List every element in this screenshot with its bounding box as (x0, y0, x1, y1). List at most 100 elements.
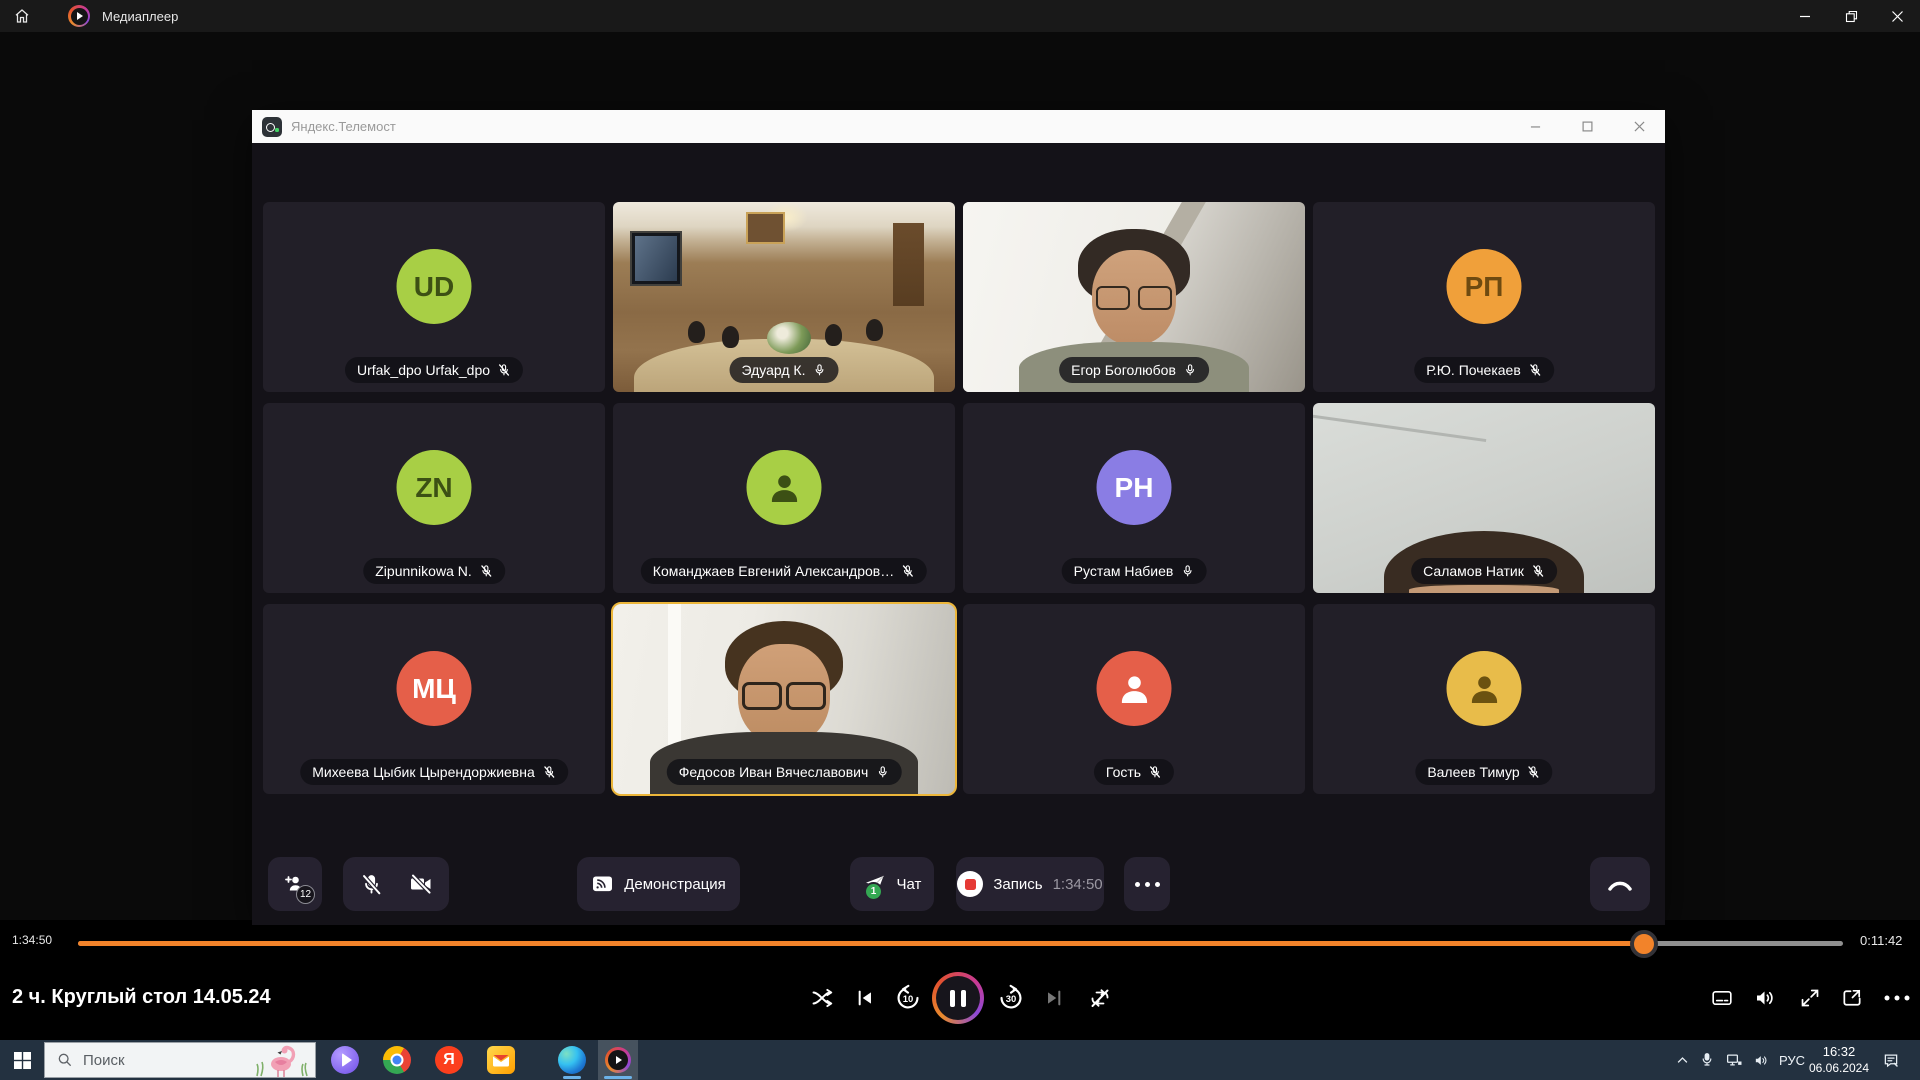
volume-button[interactable] (1753, 986, 1777, 1010)
participant-tile[interactable]: Валеев Тимур (1313, 604, 1655, 794)
participant-tile[interactable]: МЦ Михеева Цыбик Цырендоржиевна (263, 604, 605, 794)
tray-microphone[interactable] (1694, 1040, 1720, 1080)
picture-in-picture-icon (1841, 987, 1864, 1010)
participant-name-pill: Urfak_dpo Urfak_dpo (345, 357, 523, 383)
taskbar-app-edge[interactable] (552, 1040, 592, 1080)
taskbar-app-chrome[interactable] (377, 1040, 417, 1080)
participants-count-badge: 12 (296, 885, 315, 904)
participant-name: Гость (1106, 764, 1141, 780)
taskbar-app-media-player[interactable] (598, 1040, 638, 1080)
avatar-initials: МЦ (412, 673, 456, 705)
tray-chevron-button[interactable] (1668, 1040, 1696, 1080)
restore-button[interactable] (1828, 0, 1874, 32)
tray-volume[interactable] (1748, 1040, 1774, 1080)
participant-tile[interactable]: UD Urfak_dpo Urfak_dpo (263, 202, 605, 392)
telemost-app-icon (262, 117, 282, 137)
next-track-button[interactable] (1043, 987, 1065, 1009)
hangup-icon (1605, 873, 1635, 895)
participant-name: Zipunnikowa N. (375, 563, 472, 579)
close-button[interactable] (1874, 0, 1920, 32)
network-icon (1725, 1051, 1743, 1069)
telemost-minimize-button[interactable] (1509, 110, 1561, 143)
telemost-close-button[interactable] (1613, 110, 1665, 143)
participant-tile[interactable]: Егор Боголюбов (963, 202, 1305, 392)
participant-tile[interactable]: Эдуард К. (613, 202, 955, 392)
more-options-button[interactable] (1124, 857, 1170, 911)
tray-network[interactable] (1720, 1040, 1748, 1080)
participant-tile-active-speaker[interactable]: Федосов Иван Вячеславович (613, 604, 955, 794)
maximize-icon (1582, 121, 1593, 132)
tray-notifications-button[interactable] (1874, 1040, 1908, 1080)
yandex-browser-icon: Я (435, 1046, 463, 1074)
participant-tile[interactable]: ZN Zipunnikowa N. (263, 403, 605, 593)
repeat-off-button[interactable] (1088, 986, 1112, 1010)
taskbar-app-yandex-browser[interactable]: Я (429, 1040, 469, 1080)
video-stage[interactable]: Яндекс.Телемост UD Urfak_dpo Urfak_dpo (0, 32, 1920, 920)
player-more-button[interactable] (1885, 996, 1910, 1001)
search-icon (57, 1052, 73, 1068)
telemost-content: UD Urfak_dpo Urfak_dpo (252, 143, 1665, 925)
previous-track-button[interactable] (854, 987, 876, 1009)
shuffle-button[interactable] (810, 986, 834, 1010)
record-label: Запись (993, 876, 1042, 893)
participant-name-pill: Команджаев Евгений Александров… (641, 558, 927, 584)
participant-name-pill: Саламов Натик (1411, 558, 1557, 584)
mini-player-button[interactable] (1841, 987, 1864, 1010)
share-screen-button[interactable]: Демонстрация (577, 857, 740, 911)
subtitles-button[interactable] (1711, 987, 1734, 1010)
chat-button[interactable]: 1 Чат (850, 857, 934, 911)
participant-tile[interactable]: Команджаев Евгений Александров… (613, 403, 955, 593)
telemost-maximize-button[interactable] (1561, 110, 1613, 143)
fullscreen-button[interactable] (1799, 987, 1822, 1010)
speaker-icon (1753, 1052, 1770, 1069)
media-player-titlebar: Медиаплеер (0, 0, 1920, 32)
participant-name: Егор Боголюбов (1071, 362, 1176, 378)
avatar: РН (1097, 450, 1172, 525)
seek-bar[interactable] (78, 941, 1843, 946)
transport-controls: 10 30 (0, 972, 1920, 1024)
leave-call-button[interactable] (1590, 857, 1650, 911)
close-icon (1634, 121, 1645, 132)
taskbar-app-alice[interactable] (325, 1040, 365, 1080)
chevron-up-icon (1675, 1053, 1690, 1068)
tray-language-indicator[interactable]: РУС (1774, 1040, 1810, 1080)
pause-button[interactable] (932, 972, 984, 1024)
minimize-button[interactable] (1782, 0, 1828, 32)
add-participants-button[interactable]: 12 (268, 857, 322, 911)
participant-name: Рустам Набиев (1074, 563, 1174, 579)
avatar: МЦ (397, 651, 472, 726)
participant-tile[interactable]: РП Р.Ю. Почекаев (1313, 202, 1655, 392)
participant-name: Федосов Иван Вячеславович (679, 764, 869, 780)
elapsed-time: 1:34:50 (12, 933, 52, 947)
home-button[interactable] (0, 0, 44, 32)
remaining-time: 0:11:42 (1860, 933, 1902, 948)
chat-unread-badge: 1 (864, 882, 883, 901)
forward-30-button[interactable]: 30 (998, 985, 1025, 1012)
participant-tile[interactable]: Саламов Натик (1313, 403, 1655, 593)
mic-off-button[interactable] (360, 873, 383, 896)
fullscreen-icon (1799, 987, 1822, 1010)
start-button[interactable] (0, 1040, 44, 1080)
mail-icon (487, 1046, 515, 1074)
participant-tile[interactable]: Гость (963, 604, 1305, 794)
search-input[interactable]: Поиск (44, 1042, 316, 1078)
taskbar-app-yandex-mail[interactable] (481, 1040, 521, 1080)
telemost-window: Яндекс.Телемост UD Urfak_dpo Urfak_dpo (252, 110, 1665, 925)
rewind-10-button[interactable]: 10 (895, 985, 922, 1012)
record-button[interactable]: Запись 1:34:50 (956, 857, 1104, 911)
camera-off-button[interactable] (409, 872, 433, 896)
svg-text:10: 10 (903, 994, 914, 1005)
pause-icon (936, 976, 980, 1020)
mic-muted-icon (1527, 765, 1541, 779)
more-dots-icon (1885, 996, 1910, 1001)
participants-grid: UD Urfak_dpo Urfak_dpo (263, 202, 1655, 795)
participant-tile[interactable]: РН Рустам Набиев (963, 403, 1305, 593)
minimize-icon (1799, 10, 1811, 22)
seek-thumb[interactable] (1630, 930, 1658, 958)
participant-name-pill: Гость (1094, 759, 1174, 785)
notifications-icon (1882, 1051, 1900, 1069)
home-icon (13, 7, 31, 25)
mic-camera-group (343, 857, 449, 911)
svg-text:30: 30 (1006, 994, 1017, 1005)
tray-clock[interactable]: 16:32 06.06.2024 (1808, 1040, 1870, 1080)
